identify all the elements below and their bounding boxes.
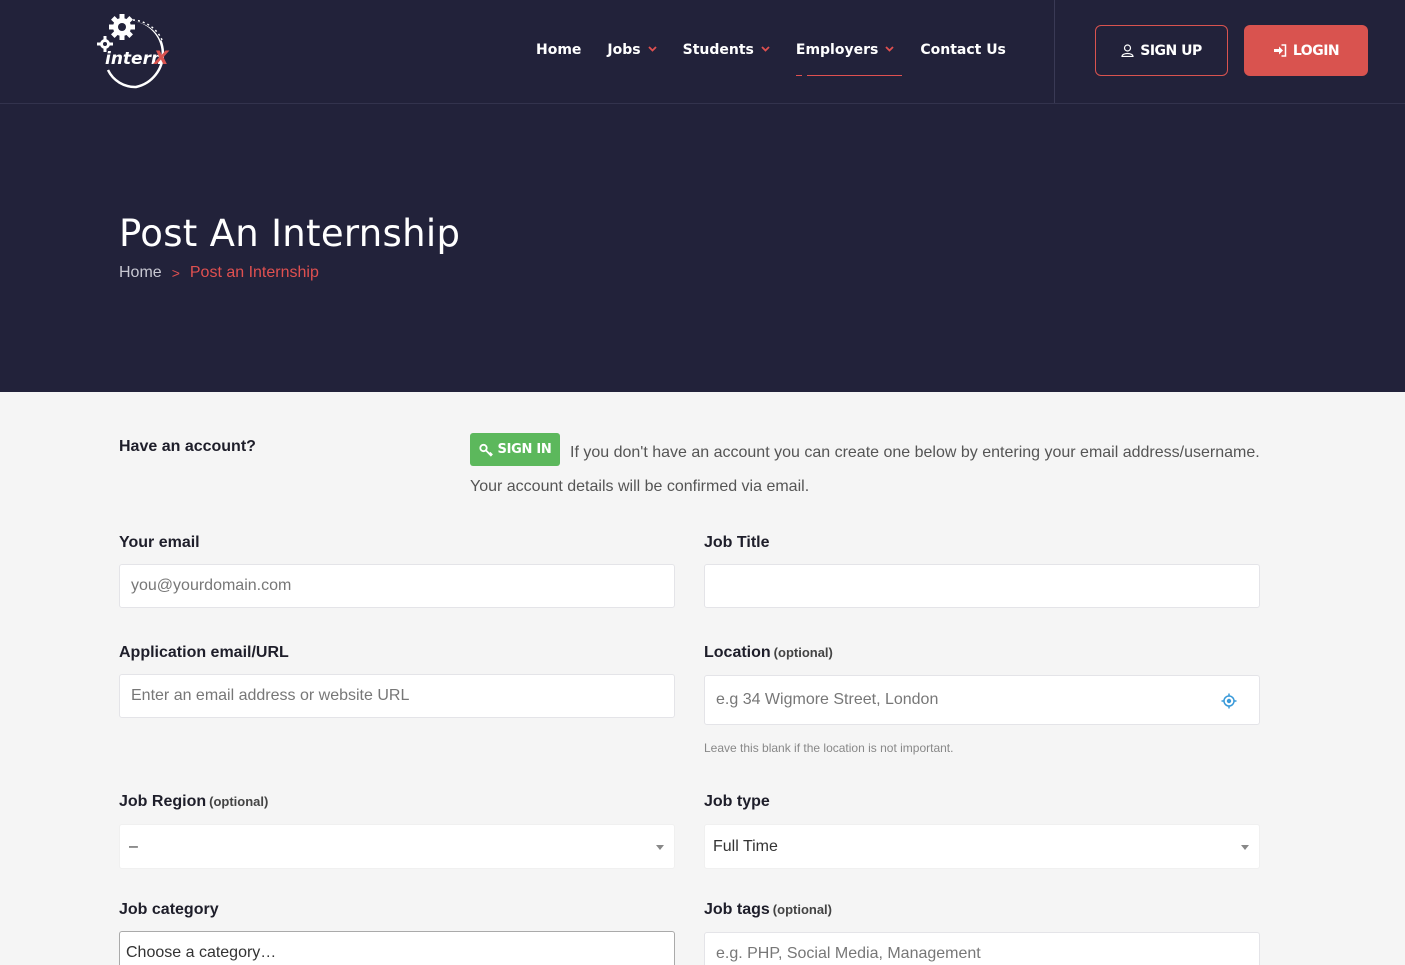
top-navbar: intern X Home Jobs Students Employers Co… [0,0,1405,104]
application-placeholder: Enter an email address or website URL [131,687,410,704]
chevron-down-icon [885,45,894,55]
tags-label: Job tags (optional) [704,901,832,919]
region-optional: (optional) [209,794,269,809]
chevron-down-icon [761,45,770,55]
region-value: – [129,837,138,855]
tags-label-text: Job tags [704,901,770,918]
application-label-text: Application email/URL [119,644,289,661]
nav-students-label: Students [682,42,754,58]
breadcrumb: Home > Post an Internship [119,264,319,282]
user-icon [1121,44,1134,57]
application-label: Application email/URL [119,644,289,662]
category-label: Job category [119,901,219,919]
location-optional: (optional) [773,645,833,660]
breadcrumb-current: Post an Internship [189,264,319,281]
application-input[interactable]: Enter an email address or website URL [119,674,675,718]
nav-contact[interactable]: Contact Us [920,42,1006,58]
signin-label: SIGN IN [497,442,552,457]
tags-input[interactable]: e.g. PHP, Social Media, Management [704,932,1260,965]
locate-icon[interactable] [1221,693,1237,714]
nav-home-label: Home [536,42,582,58]
email-placeholder: you@yourdomain.com [131,577,292,594]
nav-employers[interactable]: Employers [795,42,903,76]
caret-down-icon [1241,844,1249,850]
location-input[interactable]: e.g 34 Wigmore Street, London [704,675,1260,725]
job-type-label: Job type [704,793,770,811]
chevron-down-icon [647,45,657,55]
job-title-input[interactable] [704,564,1260,608]
email-label-text: Your email [119,534,200,551]
nav-students[interactable]: Students [683,42,770,58]
nav-contact-label: Contact Us [920,42,1006,58]
nav-employers-label: Employers [795,42,879,58]
breadcrumb-separator: > [171,265,180,281]
nav-jobs[interactable]: Jobs [607,42,657,58]
caret-down-icon [656,844,664,850]
region-select[interactable]: – [119,824,675,869]
login-label: LOGIN [1292,42,1340,59]
key-icon [478,443,493,457]
main-nav: Home Jobs Students Employers Contact Us [536,0,1032,100]
account-info-text: If you don't have an account you can cre… [470,436,1285,504]
location-helper: Leave this blank if the location is not … [704,741,954,755]
category-placeholder: Choose a category… [126,944,277,961]
email-label: Your email [119,534,200,552]
region-label: Job Region (optional) [119,793,268,811]
page-title: Post An Internship [119,212,461,255]
category-label-text: Job category [119,901,219,918]
job-type-label-text: Job type [704,793,770,810]
internx-logo[interactable]: intern X [96,12,178,92]
job-title-label-text: Job Title [704,534,770,551]
location-label: Location (optional) [704,644,833,662]
active-underline [795,75,903,77]
signup-label: SIGN UP [1140,42,1202,59]
svg-text:X: X [153,47,170,69]
job-type-value: Full Time [713,837,778,855]
email-field[interactable]: you@yourdomain.com [119,564,675,608]
tags-optional: (optional) [772,902,833,917]
location-placeholder: e.g 34 Wigmore Street, London [716,691,939,708]
breadcrumb-home[interactable]: Home [119,264,162,282]
sign-in-icon [1273,44,1287,57]
header-divider [1054,0,1055,103]
have-account-label: Have an account? [119,438,256,455]
login-button[interactable]: LOGIN [1244,25,1368,76]
account-info-copy: If you don't have an account you can cre… [470,444,1260,495]
job-type-select[interactable]: Full Time [704,824,1260,869]
region-label-text: Job Region [119,793,207,810]
page-hero: Post An Internship Home > Post an Intern… [0,104,1405,392]
nav-home[interactable]: Home [536,42,581,58]
category-select[interactable]: Choose a category… [119,931,675,965]
job-title-label: Job Title [704,534,770,552]
location-label-text: Location [704,644,771,661]
nav-jobs-label: Jobs [607,42,641,58]
signin-button[interactable]: SIGN IN [470,433,560,466]
signup-button[interactable]: SIGN UP [1095,25,1228,76]
tags-placeholder: e.g. PHP, Social Media, Management [716,945,981,962]
